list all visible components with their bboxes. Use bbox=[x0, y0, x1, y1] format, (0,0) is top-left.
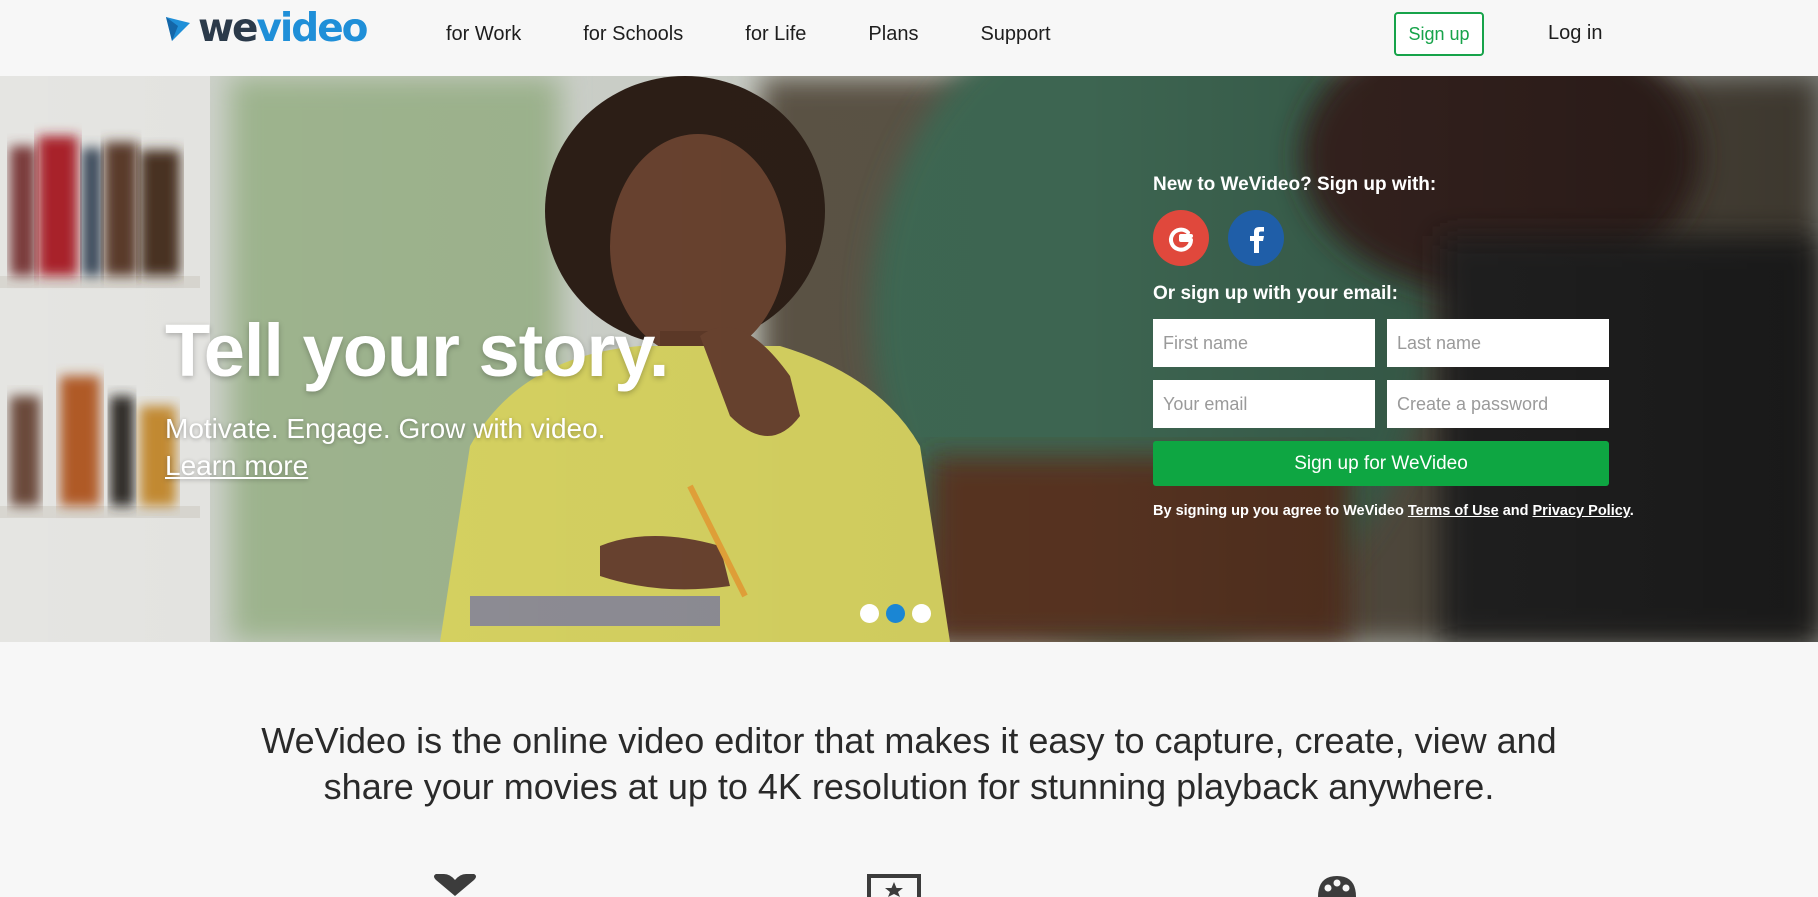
carousel-dots bbox=[860, 604, 938, 623]
facebook-signup-button[interactable] bbox=[1228, 210, 1284, 266]
hero-title: Tell your story. bbox=[165, 309, 669, 392]
tagline-line-2: share your movies at up to 4K resolution… bbox=[323, 766, 1495, 807]
tagline: WeVideo is the online video editor that … bbox=[0, 718, 1818, 810]
tagline-line-1: WeVideo is the online video editor that … bbox=[261, 720, 1557, 761]
carousel-dot-1[interactable] bbox=[860, 604, 879, 623]
email-signup-title: Or sign up with your email: bbox=[1153, 283, 1398, 304]
nav-for-schools[interactable]: for Schools bbox=[583, 22, 683, 46]
heart-icon bbox=[434, 874, 476, 896]
palette-icon bbox=[1318, 876, 1356, 897]
star-screen-icon bbox=[867, 874, 921, 897]
legal-and: and bbox=[1498, 503, 1533, 519]
first-name-field[interactable] bbox=[1153, 319, 1375, 367]
nav-plans[interactable]: Plans bbox=[868, 22, 918, 46]
logo-text: wevideo bbox=[198, 5, 368, 51]
main-nav: for Work for Schools for Life Plans Supp… bbox=[446, 22, 1113, 46]
google-signup-button[interactable] bbox=[1153, 210, 1209, 266]
learn-more-link[interactable]: Learn more bbox=[165, 450, 308, 482]
google-icon bbox=[1169, 227, 1193, 252]
legal-prefix: By signing up you agree to WeVideo bbox=[1153, 503, 1408, 519]
signup-submit-button[interactable]: Sign up for WeVideo bbox=[1153, 441, 1609, 486]
nav-support[interactable]: Support bbox=[980, 22, 1050, 46]
header-login-link[interactable]: Log in bbox=[1548, 22, 1603, 45]
legal-notice: By signing up you agree to WeVideo Terms… bbox=[1153, 503, 1634, 519]
terms-of-use-link[interactable]: Terms of Use bbox=[1408, 503, 1499, 519]
header-signup-button[interactable]: Sign up bbox=[1394, 12, 1484, 56]
carousel-dot-3[interactable] bbox=[912, 604, 931, 623]
nav-for-work[interactable]: for Work bbox=[446, 22, 521, 46]
site-header: wevideo for Work for Schools for Life Pl… bbox=[0, 0, 1818, 77]
hero-subtitle: Motivate. Engage. Grow with video. bbox=[165, 413, 606, 444]
email-field[interactable] bbox=[1153, 380, 1375, 428]
last-name-field[interactable] bbox=[1387, 319, 1609, 367]
logo-mark-icon bbox=[166, 17, 190, 41]
carousel-dot-2[interactable] bbox=[886, 604, 905, 623]
password-field[interactable] bbox=[1387, 380, 1609, 428]
facebook-icon bbox=[1250, 227, 1264, 253]
legal-suffix: . bbox=[1629, 503, 1634, 519]
nav-for-life[interactable]: for Life bbox=[745, 22, 806, 46]
privacy-policy-link[interactable]: Privacy Policy bbox=[1533, 503, 1630, 519]
signup-panel-title: New to WeVideo? Sign up with: bbox=[1153, 174, 1437, 195]
wevideo-logo[interactable]: wevideo bbox=[164, 5, 368, 51]
